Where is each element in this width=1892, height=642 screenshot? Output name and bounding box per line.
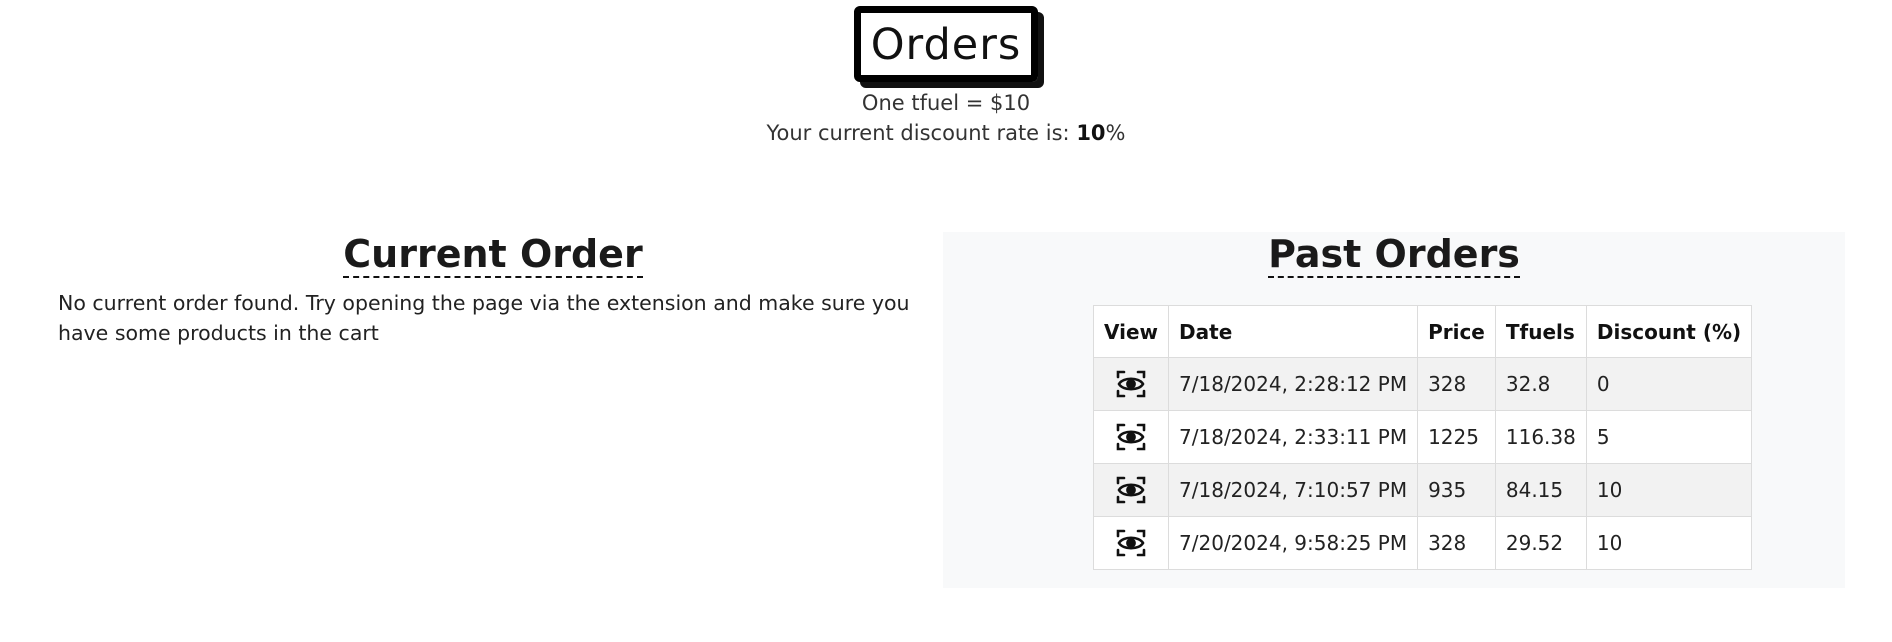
view-cell (1092, 516, 1170, 570)
current-order-heading-text: Current Order (343, 232, 643, 278)
order-tfuels: 32.8 (1494, 357, 1587, 411)
order-price: 935 (1417, 463, 1496, 517)
page-title: Orders (853, 6, 1039, 82)
column-header-price: Price (1417, 305, 1496, 358)
eye-icon[interactable] (1115, 368, 1147, 400)
order-discount: 5 (1585, 410, 1753, 464)
eye-icon[interactable] (1115, 527, 1147, 559)
order-price: 328 (1417, 357, 1496, 411)
past-orders-panel: Past Orders View Date Price Tfuels Disco… (943, 232, 1845, 588)
order-date: 7/18/2024, 2:33:11 PM (1168, 410, 1419, 464)
view-cell (1092, 410, 1170, 464)
table-row: 7/18/2024, 7:10:57 PM 935 84.15 10 (1092, 463, 1753, 517)
view-cell (1092, 463, 1170, 517)
eye-icon[interactable] (1115, 421, 1147, 453)
order-date: 7/18/2024, 2:28:12 PM (1168, 357, 1419, 411)
page-header: Orders One tfuel = $10 Your current disc… (0, 0, 1892, 148)
discount-rate-line: Your current discount rate is: 10% (0, 118, 1892, 148)
table-row: 7/20/2024, 9:58:25 PM 328 29.52 10 (1092, 516, 1753, 570)
order-date: 7/18/2024, 7:10:57 PM (1168, 463, 1419, 517)
column-header-discount: Discount (%) (1585, 305, 1753, 358)
eye-icon[interactable] (1115, 474, 1147, 506)
discount-rate-label: Your current discount rate is: (766, 121, 1077, 145)
table-header-row: View Date Price Tfuels Discount (%) (1092, 305, 1753, 358)
past-orders-heading: Past Orders (943, 232, 1845, 278)
past-orders-heading-text: Past Orders (1268, 232, 1520, 278)
order-discount: 10 (1585, 516, 1753, 570)
tfuel-rate-text: One tfuel = $10 (861, 91, 1031, 115)
order-discount: 10 (1585, 463, 1753, 517)
order-tfuels: 29.52 (1494, 516, 1587, 570)
current-order-panel: Current Order No current order found. Tr… (38, 232, 948, 592)
order-tfuels: 84.15 (1494, 463, 1587, 517)
column-header-date: Date (1168, 305, 1419, 358)
order-discount: 0 (1585, 357, 1753, 411)
current-order-message: No current order found. Try opening the … (58, 291, 910, 345)
current-order-heading: Current Order (38, 232, 948, 278)
column-header-tfuels: Tfuels (1494, 305, 1587, 358)
table-row: 7/18/2024, 2:33:11 PM 1225 116.38 5 (1092, 410, 1753, 464)
discount-rate-suffix: % (1105, 121, 1126, 145)
order-price: 328 (1417, 516, 1496, 570)
column-header-view: View (1092, 305, 1170, 358)
view-cell (1092, 357, 1170, 411)
order-date: 7/20/2024, 9:58:25 PM (1168, 516, 1419, 570)
past-orders-table: View Date Price Tfuels Discount (%) 7/18… (1092, 305, 1753, 570)
table-row: 7/18/2024, 2:28:12 PM 328 32.8 0 (1092, 357, 1753, 411)
order-tfuels: 116.38 (1494, 410, 1587, 464)
order-price: 1225 (1417, 410, 1496, 464)
discount-rate-value: 10 (1076, 121, 1106, 145)
